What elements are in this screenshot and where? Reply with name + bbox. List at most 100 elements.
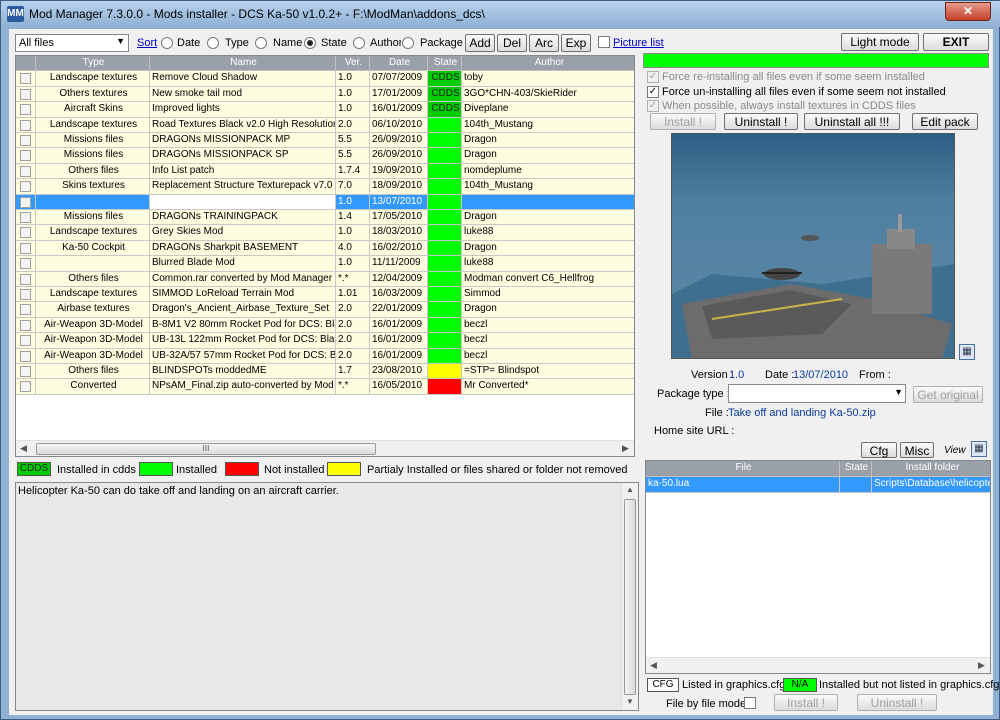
sort-author-radio[interactable] (353, 37, 365, 49)
files-col-folder[interactable]: Install folder (872, 461, 990, 477)
table-row[interactable]: Blurred Blade Mod 1.0 11/11/2009 luke88 (16, 256, 634, 272)
table-row[interactable]: Landscape textures Grey Skies Mod 1.0 18/03… (16, 225, 634, 241)
vertical-scrollbar[interactable]: ▲ ▼ (621, 483, 638, 710)
scroll-thumb[interactable]: III (36, 443, 376, 455)
description-box[interactable]: Helicopter Ka-50 can do take off and lan… (15, 482, 639, 711)
row-checkbox[interactable] (20, 88, 31, 100)
files-hscrollbar[interactable]: ◀ ▶ (646, 657, 990, 673)
edit-pack-button[interactable]: Edit pack (912, 113, 978, 130)
install-button[interactable]: Install ! (650, 113, 716, 130)
table-row[interactable]: Landscape textures Road Textures Black v2… (16, 117, 634, 133)
column-header[interactable]: Author (462, 56, 634, 72)
column-header[interactable]: Date (370, 56, 428, 72)
table-row[interactable]: Others files Common.rar converted by Mod … (16, 271, 634, 287)
get-original-button[interactable]: Get original (913, 386, 983, 403)
cdds-checkbox[interactable]: ✓ (647, 100, 659, 112)
row-checkbox[interactable] (20, 227, 31, 239)
file-by-file-checkbox[interactable] (744, 697, 756, 709)
row-checkbox[interactable] (20, 335, 31, 347)
table-row[interactable]: Airbase textures Dragon's_Ancient_Airbase… (16, 302, 634, 318)
table-row[interactable]: Skins textures Replacement Structure Text… (16, 179, 634, 195)
table-row[interactable]: Others files BLINDSPOTs moddedME 1.7 23/08/… (16, 364, 634, 380)
row-checkbox[interactable] (20, 104, 31, 116)
title-bar[interactable]: MM Mod Manager 7.3.0.0 - Mods installer … (1, 1, 1000, 27)
scroll-right-icon[interactable]: ▶ (622, 443, 629, 454)
package-type-dropdown[interactable]: ▼ (728, 384, 906, 403)
files-table[interactable]: File State Install folder ka-50.lua Scri… (645, 460, 991, 674)
table-row[interactable]: Landscape textures SIMMOD LoReload Terrai… (16, 287, 634, 303)
row-checkbox[interactable] (20, 273, 31, 285)
row-checkbox[interactable] (20, 181, 31, 193)
table-row[interactable]: 1.0 13/07/2010 (16, 194, 634, 210)
table-row[interactable]: Air-Weapon 3D-Model UB-13L 122mm Rocket P… (16, 333, 634, 349)
row-checkbox[interactable] (20, 289, 31, 300)
row-checkbox[interactable] (20, 150, 31, 162)
mods-table[interactable]: Type Name Ver. Date State Author Landscape tex… (15, 55, 635, 457)
files-col-file[interactable]: File (646, 461, 840, 477)
sort-name-radio[interactable] (255, 37, 267, 49)
table-row[interactable]: Air-Weapon 3D-Model UB-32A/57 57mm Rocket… (16, 348, 634, 364)
table-row[interactable]: Air-Weapon 3D-Model B-8M1 V2 80mm Rocket … (16, 317, 634, 334)
force-uninstall-checkbox[interactable]: ✓ (647, 86, 659, 98)
scroll-down-icon[interactable]: ▼ (626, 697, 634, 706)
files-col-state[interactable]: State (840, 461, 872, 477)
column-header[interactable]: State (428, 56, 462, 72)
sort-link[interactable]: Sort (137, 37, 157, 49)
bottom-uninstall-button[interactable]: Uninstall ! (857, 694, 937, 711)
picture-list-checkbox[interactable] (598, 36, 610, 48)
row-checkbox[interactable] (20, 135, 31, 146)
file-row[interactable]: ka-50.lua Scripts\Database\helicopters (646, 477, 990, 493)
table-row[interactable]: Aircraft Skins Improved lights 1.0 16/01/20… (16, 102, 634, 118)
close-button[interactable]: ✕ (945, 2, 991, 21)
sort-type-radio[interactable] (207, 37, 219, 49)
scroll-left-icon[interactable]: ◀ (650, 660, 657, 671)
scroll-left-icon[interactable]: ◀ (20, 443, 27, 454)
cfg-button[interactable]: Cfg (861, 442, 897, 458)
force-reinstall-checkbox[interactable]: ✓ (647, 71, 659, 83)
row-checkbox[interactable] (20, 366, 31, 377)
row-checkbox[interactable] (20, 381, 31, 393)
table-row[interactable]: Missions files DRAGONs MISSIONPACK SP 5.5 2… (16, 148, 634, 164)
table-row[interactable]: Landscape textures Remove Cloud Shadow 1.0… (16, 71, 634, 87)
row-checkbox[interactable] (20, 242, 31, 254)
table-row[interactable]: Ka-50 Cockpit DRAGONs Sharkpit BASEMENT 4.… (16, 240, 634, 257)
sort-state-radio[interactable] (304, 37, 316, 49)
arc-button[interactable]: Arc (529, 34, 559, 52)
sort-date-radio[interactable] (161, 37, 173, 49)
exit-button[interactable]: EXIT (923, 33, 989, 51)
column-header[interactable]: Name (150, 56, 336, 72)
row-checkbox[interactable] (20, 319, 31, 331)
light-mode-button[interactable]: Light mode (841, 33, 919, 51)
sort-package-radio[interactable] (402, 37, 414, 49)
row-checkbox[interactable] (20, 73, 31, 85)
column-header[interactable]: Type (36, 56, 150, 72)
row-checkbox[interactable] (20, 119, 31, 131)
column-header[interactable]: Ver. (336, 56, 370, 72)
scroll-right-icon[interactable]: ▶ (978, 660, 985, 671)
add-button[interactable]: Add (465, 34, 495, 52)
del-button[interactable]: Del (497, 34, 527, 52)
view-toggle-icon[interactable]: ▦ (971, 441, 987, 457)
table-row[interactable]: Others textures New smoke tail mod 1.0 17/0… (16, 86, 634, 103)
row-checkbox[interactable] (20, 212, 31, 223)
table-row[interactable]: Others files Info List patch 1.7.4 19/09/20… (16, 163, 634, 180)
table-row[interactable]: Missions files DRAGONs TRAININGPACK 1.4 17/… (16, 210, 634, 226)
scroll-up-icon[interactable]: ▲ (626, 485, 634, 494)
misc-button[interactable]: Misc (900, 442, 934, 458)
row-checkbox[interactable] (20, 350, 31, 362)
bottom-install-button[interactable]: Install ! (774, 694, 838, 711)
vscroll-thumb[interactable] (624, 499, 636, 695)
exp-button[interactable]: Exp (561, 34, 591, 52)
row-checkbox[interactable] (20, 196, 31, 208)
row-checkbox[interactable] (20, 165, 31, 177)
uninstall-all-button[interactable]: Uninstall all !!! (804, 113, 900, 130)
row-checkbox[interactable] (20, 258, 31, 270)
row-checkbox[interactable] (20, 304, 31, 316)
horizontal-scrollbar[interactable]: ◀ III ▶ (16, 440, 634, 456)
column-header[interactable] (16, 56, 36, 72)
table-row[interactable]: Converted NPsAM_Final.zip auto-converted … (16, 379, 634, 395)
filter-dropdown[interactable]: All files ▼ (15, 34, 129, 52)
uninstall-button[interactable]: Uninstall ! (724, 113, 798, 130)
table-row[interactable]: Missions files DRAGONs MISSIONPACK MP 5.5 2… (16, 133, 634, 149)
gallery-icon[interactable]: ▦ (959, 344, 975, 360)
